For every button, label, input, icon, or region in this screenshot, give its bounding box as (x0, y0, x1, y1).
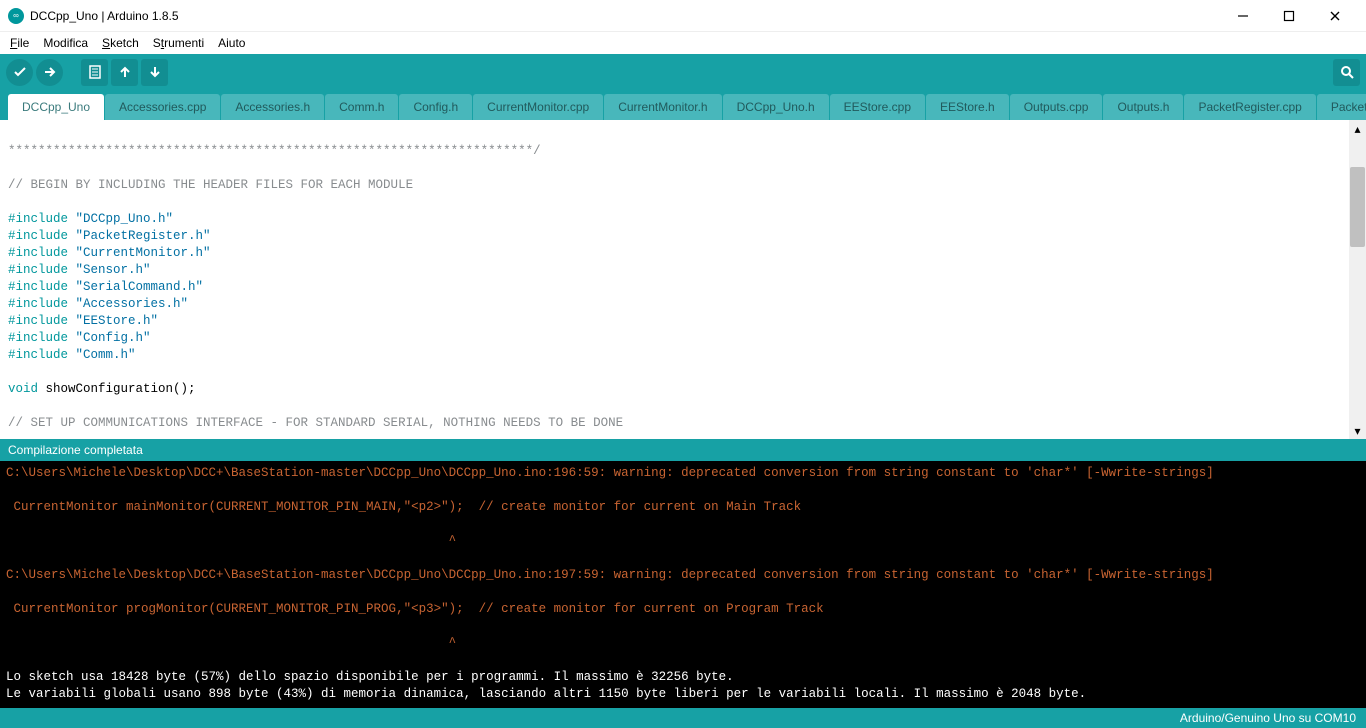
menu-file[interactable]: File (4, 34, 35, 52)
scroll-down-icon[interactable]: ▾ (1349, 422, 1366, 439)
scroll-thumb[interactable] (1350, 167, 1365, 247)
code-kw: void (8, 382, 38, 396)
code-kw: #include (8, 246, 68, 260)
console-line: C:\Users\Michele\Desktop\DCC+\BaseStatio… (6, 568, 1214, 582)
scroll-track[interactable] (1349, 137, 1366, 422)
tab-eestore-cpp[interactable]: EEStore.cpp (830, 94, 925, 120)
tab-dccpp-uno[interactable]: DCCpp_Uno (8, 94, 104, 120)
tab-comm-h[interactable]: Comm.h (325, 94, 398, 120)
code-kw: #include (8, 212, 68, 226)
compile-status: Compilazione completata (8, 443, 143, 457)
tab-currentmonitor-h[interactable]: CurrentMonitor.h (604, 94, 721, 120)
scroll-up-icon[interactable]: ▴ (1349, 120, 1366, 137)
code-str: "DCCpp_Uno.h" (76, 212, 174, 226)
code-line: // SET UP COMMUNICATIONS INTERFACE - FOR… (8, 416, 623, 430)
menu-tools[interactable]: Strumenti (147, 34, 210, 52)
code-text: showConfiguration(); (38, 382, 196, 396)
code-str: "Sensor.h" (76, 263, 151, 277)
menubar: File Modifica Sketch Strumenti Aiuto (0, 32, 1366, 54)
save-button[interactable] (141, 59, 168, 86)
tab-eestore-h[interactable]: EEStore.h (926, 94, 1009, 120)
tab-accessories-cpp[interactable]: Accessories.cpp (105, 94, 220, 120)
code-str: "SerialCommand.h" (76, 280, 204, 294)
tab-outputs-cpp[interactable]: Outputs.cpp (1010, 94, 1103, 120)
footer-bar: Arduino/Genuino Uno su COM10 (0, 708, 1366, 728)
menu-help[interactable]: Aiuto (212, 34, 251, 52)
open-button[interactable] (111, 59, 138, 86)
tab-dccpp-uno-h[interactable]: DCCpp_Uno.h (723, 94, 829, 120)
code-line: ****************************************… (8, 144, 541, 158)
code-str: "PacketRegister.h" (76, 229, 211, 243)
code-str: "EEStore.h" (76, 314, 159, 328)
new-button[interactable] (81, 59, 108, 86)
verify-button[interactable] (6, 59, 33, 86)
code-kw: #include (8, 331, 68, 345)
tab-packetregister-cpp[interactable]: PacketRegister.cpp (1184, 94, 1315, 120)
tabbar: DCCpp_Uno Accessories.cpp Accessories.h … (0, 90, 1366, 120)
code-kw: #include (8, 263, 68, 277)
code-editor[interactable]: ****************************************… (0, 120, 1349, 439)
minimize-button[interactable] (1220, 1, 1266, 31)
status-bar: Compilazione completata (0, 439, 1366, 461)
editor-scrollbar[interactable]: ▴ ▾ (1349, 120, 1366, 439)
code-str: "Accessories.h" (76, 297, 189, 311)
tab-outputs-h[interactable]: Outputs.h (1103, 94, 1183, 120)
console-line: CurrentMonitor progMonitor(CURRENT_MONIT… (6, 602, 824, 616)
menu-sketch[interactable]: Sketch (96, 34, 145, 52)
editor-area: ****************************************… (0, 120, 1366, 439)
toolbar (0, 54, 1366, 90)
code-kw: #include (8, 348, 68, 362)
console-line: Le variabili globali usano 898 byte (43%… (6, 687, 1086, 701)
code-kw: #include (8, 280, 68, 294)
board-info: Arduino/Genuino Uno su COM10 (1180, 711, 1356, 725)
code-kw: #include (8, 297, 68, 311)
tab-packetreg[interactable]: PacketReg (1317, 94, 1366, 120)
titlebar: ∞ DCCpp_Uno | Arduino 1.8.5 (0, 0, 1366, 32)
tab-config-h[interactable]: Config.h (399, 94, 472, 120)
console-output[interactable]: C:\Users\Michele\Desktop\DCC+\BaseStatio… (0, 461, 1366, 708)
maximize-button[interactable] (1266, 1, 1312, 31)
window-controls (1220, 1, 1358, 31)
window-title: DCCpp_Uno | Arduino 1.8.5 (30, 9, 1220, 23)
console-line: ^ (6, 534, 456, 548)
close-button[interactable] (1312, 1, 1358, 31)
serial-monitor-button[interactable] (1333, 59, 1360, 86)
app-icon: ∞ (8, 8, 24, 24)
code-str: "Comm.h" (76, 348, 136, 362)
console-line: Lo sketch usa 18428 byte (57%) dello spa… (6, 670, 734, 684)
console-line: CurrentMonitor mainMonitor(CURRENT_MONIT… (6, 500, 801, 514)
code-line: // BEGIN BY INCLUDING THE HEADER FILES F… (8, 178, 413, 192)
console-line: ^ (6, 636, 456, 650)
console-line: C:\Users\Michele\Desktop\DCC+\BaseStatio… (6, 466, 1214, 480)
code-str: "CurrentMonitor.h" (76, 246, 211, 260)
code-kw: #include (8, 229, 68, 243)
tab-currentmonitor-cpp[interactable]: CurrentMonitor.cpp (473, 94, 603, 120)
upload-button[interactable] (36, 59, 63, 86)
code-str: "Config.h" (76, 331, 151, 345)
code-kw: #include (8, 314, 68, 328)
tab-accessories-h[interactable]: Accessories.h (221, 94, 324, 120)
menu-edit[interactable]: Modifica (37, 34, 94, 52)
